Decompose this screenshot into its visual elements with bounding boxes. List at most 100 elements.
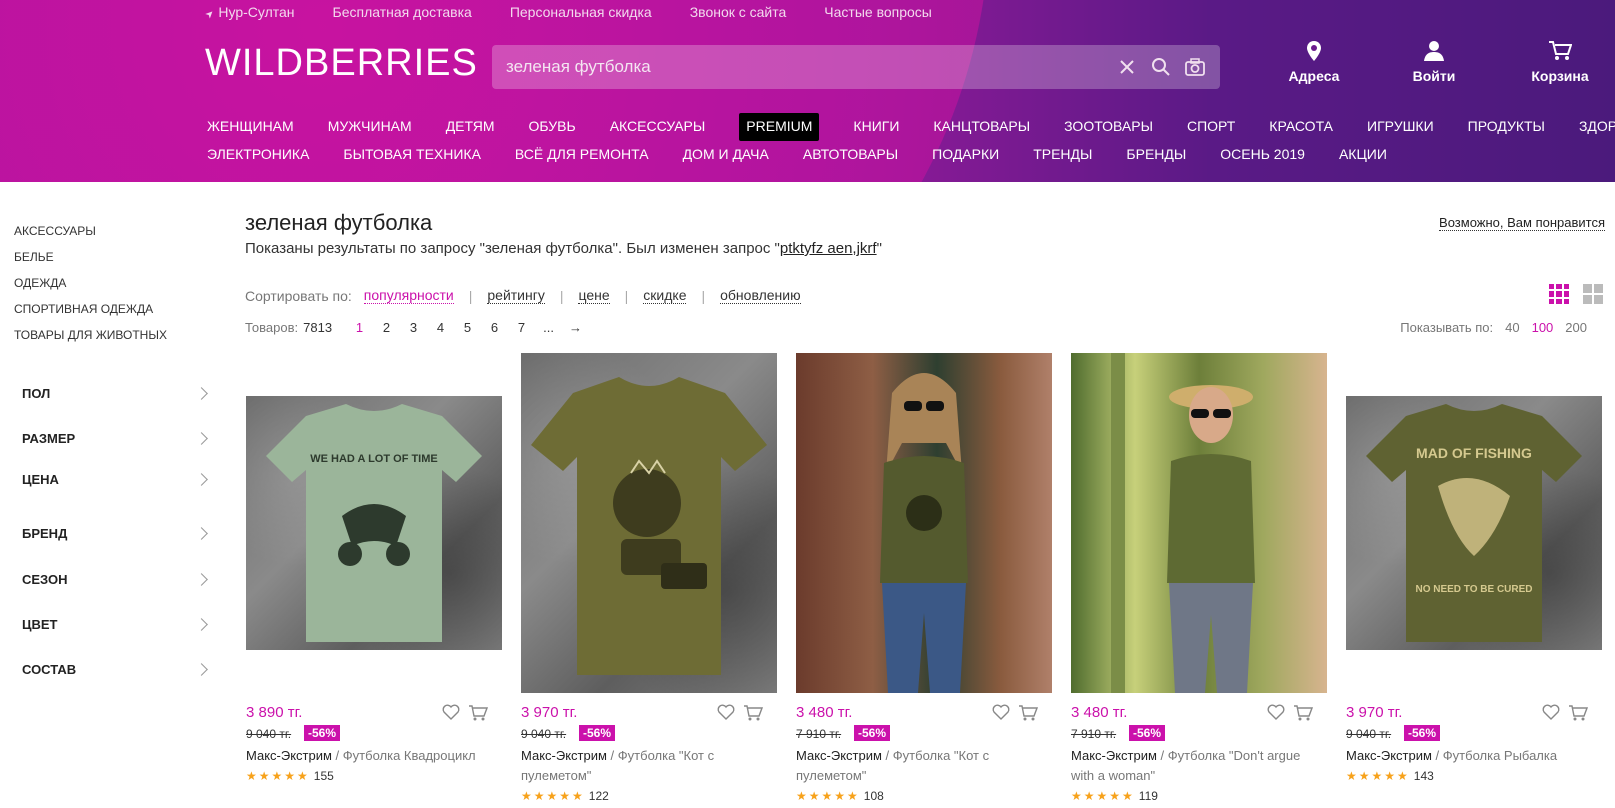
menu-pets[interactable]: ЗООТОВАРЫ (1064, 118, 1153, 141)
camera-icon[interactable] (1184, 56, 1206, 78)
original-query-link[interactable]: ptktyfz aen,jkrf (780, 240, 877, 257)
product-image[interactable] (1071, 353, 1327, 693)
menu-autumn[interactable]: ОСЕНЬ 2019 (1220, 146, 1305, 162)
sort-update[interactable]: обновлению (720, 287, 801, 304)
small-grid-icon[interactable] (1549, 284, 1569, 304)
filter-color[interactable]: ЦВЕТ (22, 614, 212, 634)
menu-kids[interactable]: ДЕТЯМ (446, 118, 495, 141)
product-name[interactable]: Макс-Экстрим / Футболка Рыбалка (1346, 746, 1602, 766)
cart-add-icon[interactable] (1293, 704, 1313, 722)
category-accessories[interactable]: АКСЕССУАРЫ (14, 218, 167, 244)
filter-brand[interactable]: БРЕНД (22, 523, 212, 543)
menu-appliances[interactable]: БЫТОВАЯ ТЕХНИКА (343, 146, 481, 162)
category-underwear[interactable]: БЕЛЬЕ (14, 244, 167, 270)
menu-home[interactable]: ДОМ И ДАЧА (683, 146, 769, 162)
filter-composition[interactable]: СОСТАВ (22, 659, 212, 679)
product-name[interactable]: Макс-Экстрим / Футболка "Кот с пулеметом… (796, 746, 1052, 786)
per-page-40[interactable]: 40 (1505, 320, 1519, 335)
recommendations-link[interactable]: Возможно, Вам понравится (1439, 215, 1605, 231)
menu-repair[interactable]: ВСЁ ДЛЯ РЕМОНТА (515, 146, 649, 162)
brand-name: Макс-Экстрим (1346, 748, 1432, 763)
product-price: 3 480 тг. (1071, 704, 1128, 721)
free-delivery-link[interactable]: Бесплатная доставка (333, 4, 472, 20)
filter-label: СЕЗОН (22, 571, 68, 587)
stars-icon: ★★★★★ (246, 769, 310, 783)
page-4[interactable]: 4 (427, 320, 454, 335)
category-pet-goods[interactable]: ТОВАРЫ ДЛЯ ЖИВОТНЫХ (14, 322, 167, 348)
per-page-100[interactable]: 100 (1532, 320, 1554, 335)
category-sportswear[interactable]: СПОРТИВНАЯ ОДЕЖДА (14, 296, 167, 322)
page-1[interactable]: 1 (346, 320, 373, 335)
filter-label: ПОЛ (22, 385, 51, 401)
logo[interactable]: WILDBERRIES (205, 42, 478, 85)
menu-brands[interactable]: БРЕНДЫ (1126, 146, 1186, 162)
menu-trends[interactable]: ТРЕНДЫ (1033, 146, 1092, 162)
product-image[interactable]: MAD OF FISHING NO NEED TO BE CURED (1346, 396, 1602, 650)
menu-sport[interactable]: СПОРТ (1187, 118, 1235, 141)
cart-button[interactable]: Корзина (1520, 40, 1600, 84)
product-image[interactable] (796, 353, 1052, 693)
cart-add-icon[interactable] (743, 704, 763, 722)
page-5[interactable]: 5 (454, 320, 481, 335)
product-name[interactable]: Макс-Экстрим / Футболка Квадроцикл (246, 746, 502, 766)
menu-accessories[interactable]: АКСЕССУАРЫ (610, 118, 706, 141)
search-icon[interactable] (1150, 56, 1172, 78)
next-page-arrow[interactable]: → (562, 320, 589, 335)
product-price: 3 970 тг. (521, 704, 578, 721)
page-7[interactable]: 7 (508, 320, 535, 335)
sort-price[interactable]: цене (578, 287, 610, 304)
heart-icon[interactable] (717, 704, 735, 720)
address-button[interactable]: Адреса (1274, 40, 1354, 84)
heart-icon[interactable] (1542, 704, 1560, 720)
menu-women[interactable]: ЖЕНЩИНАМ (207, 118, 294, 141)
menu-gifts[interactable]: ПОДАРКИ (932, 146, 999, 162)
faq-link[interactable]: Частые вопросы (824, 4, 932, 20)
cart-add-icon[interactable] (1018, 704, 1038, 722)
page-3[interactable]: 3 (400, 320, 427, 335)
menu-shoes[interactable]: ОБУВЬ (529, 118, 576, 141)
sort-discount[interactable]: скидке (643, 287, 687, 304)
menu-premium[interactable]: PREMIUM (739, 113, 820, 141)
menu-food[interactable]: ПРОДУКТЫ (1468, 118, 1545, 141)
product-image[interactable] (521, 353, 777, 693)
search-input[interactable]: зеленая футболка (506, 57, 1104, 77)
menu-sales[interactable]: АКЦИИ (1339, 146, 1387, 162)
page-2[interactable]: 2 (373, 320, 400, 335)
brand-name: Макс-Экстрим (246, 748, 332, 763)
per-page-200[interactable]: 200 (1565, 320, 1587, 335)
location-link[interactable]: Нур-Султан (206, 4, 294, 20)
cart-add-icon[interactable] (1568, 704, 1588, 722)
filter-price[interactable]: ЦЕНА (22, 469, 212, 489)
menu-toys[interactable]: ИГРУШКИ (1367, 118, 1434, 141)
menu-beauty[interactable]: КРАСОТА (1269, 118, 1333, 141)
review-count: 119 (1138, 789, 1158, 803)
heart-icon[interactable] (1267, 704, 1285, 720)
heart-icon[interactable] (992, 704, 1010, 720)
callback-link[interactable]: Звонок с сайта (690, 4, 787, 20)
menu-auto[interactable]: АВТОТОВАРЫ (803, 146, 898, 162)
cart-add-icon[interactable] (468, 704, 488, 722)
personal-discount-link[interactable]: Персональная скидка (510, 4, 652, 20)
brand-name: Макс-Экстрим (521, 748, 607, 763)
menu-books[interactable]: КНИГИ (853, 118, 899, 141)
product-name[interactable]: Макс-Экстрим / Футболка "Кот с пулеметом… (521, 746, 777, 786)
login-button[interactable]: Войти (1394, 40, 1474, 84)
product-image[interactable]: WE HAD A LOT OF TIME (246, 396, 502, 650)
filter-label: СОСТАВ (22, 661, 77, 677)
sort-popularity[interactable]: популярности (363, 287, 454, 304)
sort-rating[interactable]: рейтингу (487, 287, 545, 304)
menu-stationery[interactable]: КАНЦТОВАРЫ (933, 118, 1030, 141)
filter-size[interactable]: РАЗМЕР (22, 428, 212, 448)
large-grid-icon[interactable] (1583, 284, 1603, 304)
menu-men[interactable]: МУЖЧИНАМ (328, 118, 412, 141)
filter-gender[interactable]: ПОЛ (22, 383, 212, 403)
chevron-right-icon (195, 572, 208, 586)
menu-health[interactable]: ЗДОРОВЬЕ (1579, 118, 1615, 141)
category-clothing[interactable]: ОДЕЖДА (14, 270, 167, 296)
menu-electronics[interactable]: ЭЛЕКТРОНИКА (207, 146, 309, 162)
filter-season[interactable]: СЕЗОН (22, 569, 212, 589)
page-6[interactable]: 6 (481, 320, 508, 335)
clear-icon[interactable] (1116, 56, 1138, 78)
heart-icon[interactable] (442, 704, 460, 720)
product-name[interactable]: Макс-Экстрим / Футболка "Don't argue wit… (1071, 746, 1327, 786)
